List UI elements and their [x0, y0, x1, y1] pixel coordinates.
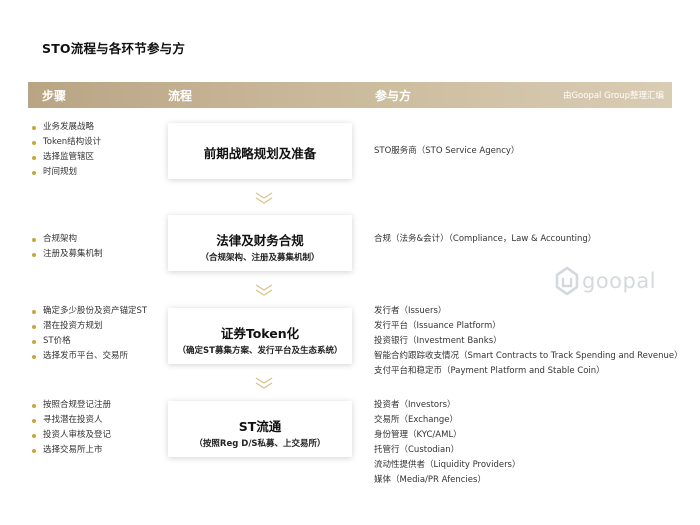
process-subtitle: （按照Reg D/S私募、上交易所）: [194, 439, 326, 449]
parties-list-1: STO服务商（STO Service Agency）: [374, 144, 519, 159]
chevron-down-icon: [255, 192, 273, 204]
party-item: 支付平台和稳定币（Payment Platform and Stable Coi…: [374, 366, 605, 376]
table-header: 步骤 流程 参与方 由Goopal Group整理汇编: [28, 82, 672, 108]
step-item: 选择交易所上市: [32, 443, 111, 458]
step-item: 合规架构: [32, 232, 103, 247]
process-title: 法律及财务合规: [216, 233, 304, 248]
step-item: Token结构设计: [32, 135, 101, 150]
process-title: 证券Token化: [220, 326, 300, 341]
logo-text: goopal: [582, 269, 657, 293]
step-item: 按照合规登记注册: [32, 398, 111, 413]
party-item: 合规（法务&会计）（Compliance，Law & Accounting）: [374, 234, 597, 244]
chevron-down-icon: [255, 284, 273, 296]
step-item: 选择发币平台、交易所: [32, 349, 147, 364]
process-box-4: ST流通 （按照Reg D/S私募、上交易所）: [168, 401, 352, 457]
party-item: 发行平台（Issuance Platform）: [374, 321, 501, 331]
party-item: 投资者（Investors）: [374, 400, 456, 410]
steps-list-3: 确定多少股份及资产锚定ST 潜在投资方规划 ST价格 选择发币平台、交易所: [32, 304, 147, 364]
party-item: 智能合约跟踪收支情况（Smart Contracts to Track Spen…: [374, 351, 683, 361]
process-title: ST流通: [238, 419, 282, 434]
page-title: STO流程与各环节参与方: [42, 41, 186, 56]
step-item: 选择监管辖区: [32, 150, 101, 165]
process-subtitle: （合规架构、注册及募集机制）: [200, 253, 320, 263]
party-item: 发行者（Issuers）: [374, 306, 447, 316]
source-note: 由Goopal Group整理汇编: [562, 91, 664, 101]
step-item: ST价格: [32, 334, 147, 349]
process-box-3: 证券Token化 （确定ST募集方案、发行平台及生态系统）: [168, 308, 352, 364]
parties-list-3: 发行者（Issuers） 发行平台（Issuance Platform） 投资银…: [374, 304, 683, 379]
step-item: 寻找潜在投资人: [32, 413, 111, 428]
party-item: STO服务商（STO Service Agency）: [374, 146, 520, 156]
process-box-2: 法律及财务合规 （合规架构、注册及募集机制）: [168, 215, 352, 271]
party-item: 身份管理（KYC/AML）: [374, 430, 462, 440]
step-item: 确定多少股份及资产锚定ST: [32, 304, 147, 319]
step-item: 潜在投资方规划: [32, 319, 147, 334]
step-item: 时间规划: [32, 165, 101, 180]
parties-list-4: 投资者（Investors） 交易所（Exchange） 身份管理（KYC/AM…: [374, 398, 521, 488]
party-item: 托管行（Custodian）: [374, 445, 460, 455]
party-item: 流动性提供者（Liquidity Providers）: [374, 460, 521, 470]
party-item: 交易所（Exchange）: [374, 415, 459, 425]
header-steps: 步骤: [42, 89, 67, 103]
step-item: 投资人审核及登记: [32, 428, 111, 443]
process-title: 前期战略规划及准备: [203, 146, 317, 161]
party-item: 媒体（Media/PR Afencies）: [374, 475, 486, 485]
process-subtitle: （确定ST募集方案、发行平台及生态系统）: [177, 346, 343, 356]
goopal-logo: goopal: [554, 266, 674, 300]
chevron-down-icon: [255, 377, 273, 389]
header-parties: 参与方: [375, 89, 412, 103]
step-item: 业务发展战略: [32, 120, 101, 135]
parties-list-2: 合规（法务&会计）（Compliance，Law & Accounting）: [374, 232, 596, 247]
goopal-logo-icon: [555, 266, 579, 296]
party-item: 投资银行（Investment Banks）: [374, 336, 502, 346]
process-box-1: 前期战略规划及准备: [168, 123, 352, 179]
steps-list-1: 业务发展战略 Token结构设计 选择监管辖区 时间规划: [32, 120, 101, 180]
steps-list-4: 按照合规登记注册 寻找潜在投资人 投资人审核及登记 选择交易所上市: [32, 398, 111, 458]
step-item: 注册及募集机制: [32, 247, 103, 262]
steps-list-2: 合规架构 注册及募集机制: [32, 232, 103, 262]
header-process: 流程: [168, 89, 193, 103]
